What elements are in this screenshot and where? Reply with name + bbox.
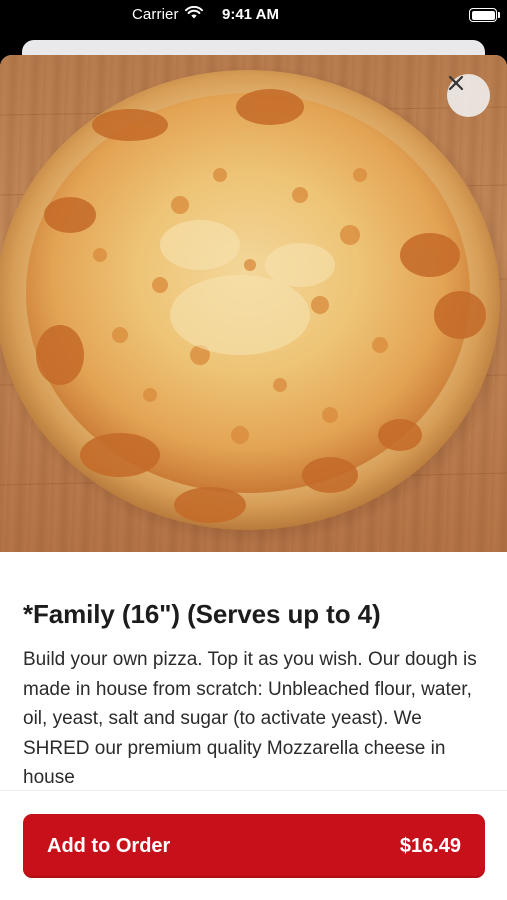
item-description: Build your own pizza. Top it as you wish… — [23, 649, 477, 788]
pizza-illustration — [0, 65, 507, 545]
battery-level — [471, 10, 495, 20]
carrier-label: Carrier — [132, 6, 179, 23]
add-to-order-button[interactable]: Add to Order $16.49 — [23, 814, 485, 878]
pizza-photo — [0, 55, 507, 552]
close-button[interactable] — [447, 74, 490, 117]
status-left: Carrier — [132, 5, 203, 23]
item-price: $16.49 — [399, 834, 461, 857]
battery-icon — [469, 8, 497, 22]
status-bar: Carrier 9:41 AM — [0, 0, 507, 32]
wifi-icon — [184, 5, 203, 23]
item-detail-sheet: *Family (16") (Serves up to 4) Build you… — [0, 55, 507, 900]
battery-nub — [498, 12, 500, 18]
item-details: *Family (16") (Serves up to 4) Build you… — [23, 597, 485, 793]
screen: Carrier 9:41 AM *Family (16") (Serves up… — [0, 0, 507, 900]
status-time: 9:41 AM — [222, 6, 279, 23]
bottom-action-bar: Add to Order $16.49 — [0, 790, 507, 900]
item-title: *Family (16") (Serves up to 4) — [23, 599, 381, 629]
add-to-order-label: Add to Order — [47, 834, 171, 857]
